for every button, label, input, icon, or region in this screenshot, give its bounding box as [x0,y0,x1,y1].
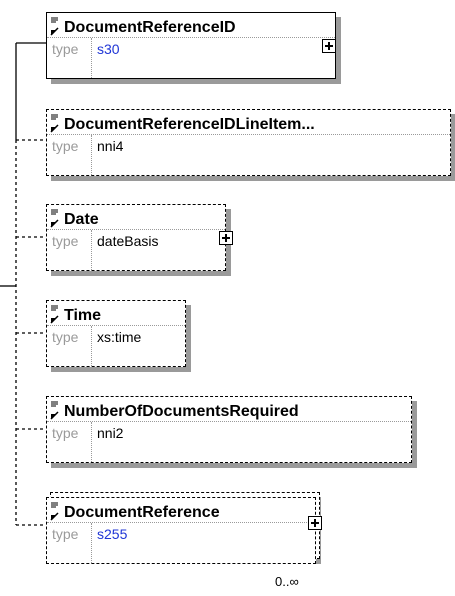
element-icon [50,401,59,420]
element-time[interactable]: Time type xs:time [46,300,186,367]
element-name: NumberOfDocumentsRequired [64,403,299,420]
type-value-link[interactable]: s30 [97,41,120,57]
type-value: dateBasis [97,233,159,249]
type-value: nni4 [97,138,124,154]
element-document-reference-id[interactable]: DocumentReferenceID type s30 [46,12,336,79]
type-label: type [52,138,79,154]
expand-plus-icon[interactable] [322,39,336,53]
element-icon [50,305,59,324]
element-date[interactable]: Date type dateBasis [46,204,226,271]
element-icon [50,502,59,521]
schema-diagram: DocumentReferenceID type s30 DocumentRef… [0,0,455,596]
type-value: nni2 [97,425,124,441]
element-icon [50,209,59,228]
element-name: DocumentReference [64,504,220,521]
element-name: Time [64,307,102,324]
element-number-of-documents-required[interactable]: NumberOfDocumentsRequired type nni2 [46,396,412,463]
occurrence-label: 0..∞ [275,574,299,589]
element-name: DocumentReferenceIDLineItem... [64,116,315,133]
element-icon [50,114,59,133]
expand-plus-icon[interactable] [219,231,233,245]
element-name: Date [64,211,99,228]
type-label: type [52,329,79,345]
element-document-reference[interactable]: DocumentReference type s255 [46,497,316,564]
type-label: type [52,425,79,441]
type-label: type [52,233,79,249]
type-value: xs:time [97,329,142,345]
type-label: type [52,526,79,542]
element-name: DocumentReferenceID [64,19,236,36]
element-icon [50,17,59,36]
type-label: type [52,41,79,57]
element-document-reference-id-line-item[interactable]: DocumentReferenceIDLineItem... type nni4 [46,109,451,176]
expand-plus-icon[interactable] [308,516,322,530]
type-value-link[interactable]: s255 [97,526,127,542]
